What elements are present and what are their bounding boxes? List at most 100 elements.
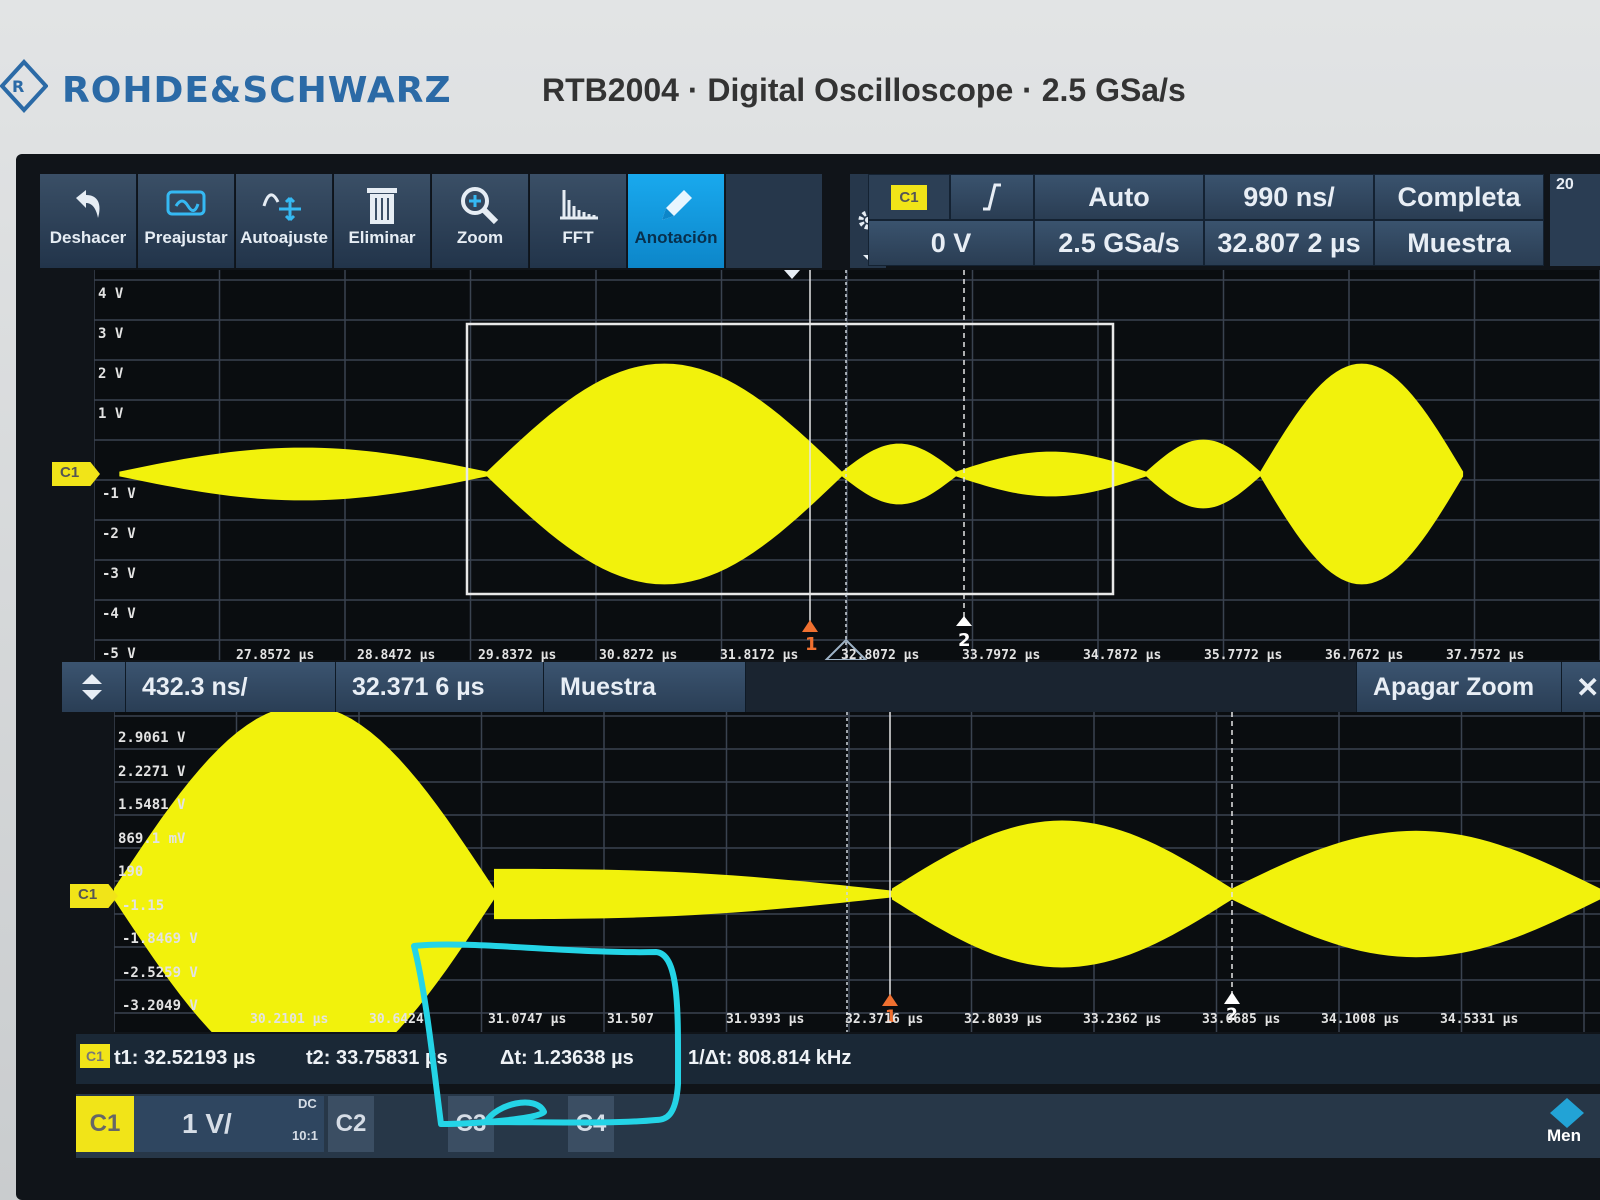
- main-y-label-8: -5 V: [102, 646, 136, 662]
- trigger-source-control[interactable]: C1: [868, 174, 950, 220]
- zoom-x-label-7: 33.2362 µs: [1083, 1012, 1162, 1027]
- main-plot-area[interactable]: 12: [93, 270, 1600, 661]
- main-y-label-2: 2 V: [98, 366, 124, 382]
- main-cursor-1-label: 1: [805, 634, 818, 655]
- delete-button[interactable]: Eliminar: [334, 174, 431, 268]
- zoom-y-label-5: -1.15: [122, 897, 165, 914]
- zoom-control-bar: 432.3 ns/ 32.371 6 µs Muestra Apagar Zoo…: [62, 662, 1600, 712]
- main-x-label-7: 34.7872 µs: [1083, 648, 1162, 663]
- zoom-off-label: Apagar Zoom: [1373, 672, 1535, 701]
- zoom-x-label-0: 30.2101 µs: [250, 1012, 329, 1027]
- toolbar-empty-slot: [726, 174, 822, 268]
- main-y-label-7: -4 V: [102, 606, 136, 622]
- main-x-label-10: 37.7572 µs: [1446, 648, 1525, 663]
- undo-label: Deshacer: [49, 228, 127, 247]
- preset-label: Preajustar: [144, 228, 228, 247]
- zoom-x-label-4: 31.9393 µs: [726, 1012, 805, 1027]
- trigger-slope-control[interactable]: [950, 174, 1034, 220]
- model-title: RTB2004 · Digital Oscilloscope · 2.5 GSa…: [542, 72, 1186, 108]
- preset-button[interactable]: Preajustar: [138, 174, 235, 268]
- zoom-x-label-3: 31.507: [607, 1012, 654, 1027]
- main-y-label-5: -2 V: [102, 526, 136, 542]
- main-y-label-3: 1 V: [98, 406, 124, 422]
- zoom-x-label-10: 34.5331 µs: [1440, 1012, 1519, 1027]
- zoom-close-button[interactable]: ✕: [1562, 662, 1600, 712]
- zoom-position-control[interactable]: 32.371 6 µs: [336, 662, 544, 712]
- fft-button[interactable]: FFT: [530, 174, 627, 268]
- channel-bar: C1 1 V/ DC 10:1 C2 C3 C4 Men: [76, 1094, 1600, 1158]
- main-x-label-3: 30.8272 µs: [599, 648, 678, 663]
- corner-label: 20: [1550, 174, 1600, 266]
- zoom-x-label-8: 33.6685 µs: [1202, 1012, 1281, 1027]
- cursor-measurement-bar: C1 t1: 32.52193 µs t2: 33.75831 µs Δt: 1…: [76, 1034, 1600, 1084]
- brand-bar: R ROHDE&SCHWARZ RTB2004 · Digital Oscill…: [0, 20, 1600, 130]
- zoom-channel-marker[interactable]: C1: [70, 884, 118, 908]
- measurement-channel-tag: C1: [80, 1044, 110, 1068]
- main-y-label-0: 4 V: [98, 286, 124, 302]
- channel-c1-button[interactable]: C1: [76, 1096, 134, 1152]
- zoom-y-label-1: 2.2271 V: [118, 763, 186, 780]
- trigger-source-tag: C1: [891, 184, 927, 210]
- autoset-label: Autoajuste: [240, 228, 328, 247]
- zoom-button[interactable]: Zoom: [432, 174, 529, 268]
- zoom-scroll-button[interactable]: [62, 662, 126, 712]
- autoset-icon: [236, 174, 332, 228]
- main-channel-marker[interactable]: C1: [52, 462, 100, 486]
- zoom-x-label-6: 32.8039 µs: [964, 1012, 1043, 1027]
- zoom-scale-control[interactable]: 432.3 ns/: [126, 662, 336, 712]
- annotation-label: Anotación: [634, 228, 718, 247]
- cursor-t2-value: t2: 33.75831 µs: [306, 1047, 448, 1069]
- zoom-y-label-8: -3.2049 V: [122, 998, 198, 1014]
- zoom-y-label-3: 869.1 mV: [118, 830, 186, 847]
- trigger-level-control[interactable]: 0 V: [868, 220, 1034, 266]
- preset-icon: [138, 174, 234, 228]
- channel-c1-scale[interactable]: 1 V/ DC 10:1: [134, 1096, 324, 1152]
- autoset-button[interactable]: Autoajuste: [236, 174, 333, 268]
- zoom-plot-area[interactable]: 12: [113, 704, 1600, 1084]
- zoom-waveform-plot: 12: [113, 704, 1600, 1084]
- zoom-label: Zoom: [456, 228, 504, 247]
- acquisition-mode-control[interactable]: Completa: [1374, 174, 1544, 220]
- acquisition-type-control[interactable]: Muestra: [1374, 220, 1544, 266]
- rising-edge-icon: [983, 183, 1001, 211]
- up-down-arrows-icon: [82, 674, 102, 700]
- main-waveform-envelope: [119, 363, 1464, 585]
- zoom-mode-control[interactable]: Muestra: [544, 662, 746, 712]
- main-x-label-4: 31.8172 µs: [720, 648, 799, 663]
- c1-coupling: DC: [298, 1096, 317, 1111]
- cursor-delta-value: Δt: 1.23638 µs: [500, 1047, 634, 1069]
- display-screen: Deshacer Preajustar Autoajuste Eliminar …: [16, 154, 1600, 1200]
- annotation-button[interactable]: Anotación: [628, 174, 725, 268]
- timebase-scale-control[interactable]: 990 ns/: [1204, 174, 1374, 220]
- main-cursor-2-arrow: [956, 616, 972, 626]
- trigger-offset-marker: [784, 270, 800, 279]
- menu-button[interactable]: Men: [1532, 1096, 1596, 1152]
- c1-probe-ratio: 10:1: [292, 1128, 319, 1143]
- zoom-waveform-envelope: [114, 704, 1600, 1084]
- zoom-y-label-0: 2.9061 V: [118, 730, 186, 746]
- close-icon: ✕: [1576, 671, 1600, 703]
- main-x-label-2: 29.8372 µs: [478, 648, 557, 663]
- zoom-cursor-2-arrow: [1224, 992, 1240, 1004]
- main-x-label-5: 32.8072 µs: [841, 648, 920, 663]
- undo-button[interactable]: Deshacer: [40, 174, 137, 268]
- timebase-position-control[interactable]: 32.807 2 µs: [1204, 220, 1374, 266]
- zoom-x-label-1: 30.6424: [369, 1012, 424, 1027]
- channel-c2-button[interactable]: C2: [328, 1096, 374, 1152]
- zoom-x-label-5: 32.3716 µs: [845, 1012, 924, 1027]
- main-x-label-6: 33.7972 µs: [962, 648, 1041, 663]
- zoom-y-label-4: 190: [118, 864, 144, 880]
- zoom-cursor-1-arrow: [882, 994, 898, 1006]
- cursor-frequency-value: 1/Δt: 808.814 kHz: [688, 1047, 852, 1069]
- main-waveform-plot: 12: [93, 270, 1600, 661]
- zoom-off-button[interactable]: Apagar Zoom: [1356, 662, 1562, 712]
- trigger-mode-control[interactable]: Auto: [1034, 174, 1204, 220]
- delete-label: Eliminar: [348, 228, 416, 247]
- undo-icon: [40, 174, 136, 228]
- zoom-y-label-6: -1.8469 V: [122, 931, 198, 947]
- main-y-label-1: 3 V: [98, 326, 124, 342]
- sample-rate-display[interactable]: 2.5 GSa/s: [1034, 220, 1204, 266]
- channel-c3-button[interactable]: C3: [448, 1096, 494, 1152]
- channel-c4-button[interactable]: C4: [568, 1096, 614, 1152]
- zoom-icon: [432, 174, 528, 228]
